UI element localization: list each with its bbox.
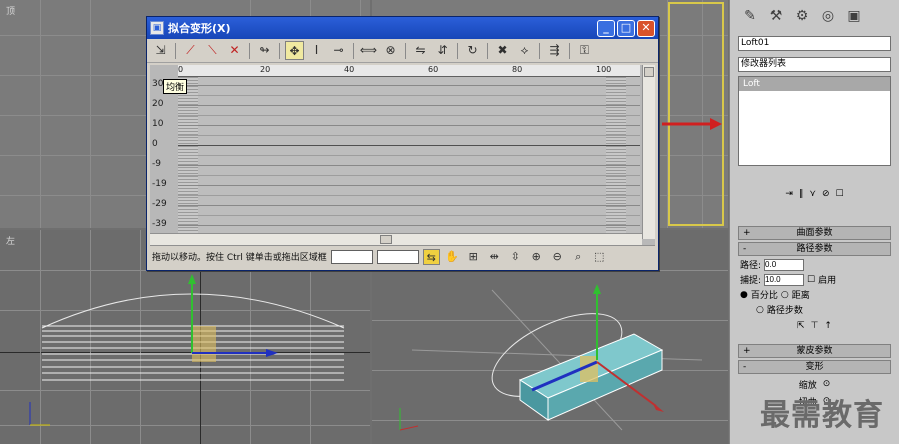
minimize-button[interactable]: _ xyxy=(597,19,615,37)
y-label: 20 xyxy=(152,99,164,109)
dialog-title: 拟合变形(X) xyxy=(168,22,231,35)
graph-plot-area[interactable] xyxy=(178,77,640,239)
viewport-label: 顶 xyxy=(6,7,16,17)
modifier-stack[interactable]: Loft xyxy=(738,76,891,166)
y-label: -19 xyxy=(152,179,167,189)
search-icon[interactable]: ⌕ xyxy=(570,249,587,265)
snap-control: 捕捉: ☐ 启用 xyxy=(740,273,889,286)
path-steps-radio[interactable]: ○ xyxy=(756,305,764,315)
dialog-toolbar: ⇲ ⟋ ⟍ ✕ ↬ ✥ Ⅰ ⊸ ⟺ ⊗ ⇋ ⇵ ↻ ✖ ⟡ ⇶ ⚿ xyxy=(147,39,658,63)
stack-item-loft[interactable]: Loft xyxy=(739,77,890,91)
command-panel: ✎ ⚒ ⚙ ◎ ▣ Loft01 修改器列表 Loft ⇥ ‖ ⋎ ⊘ ☐ + … xyxy=(729,0,899,444)
y-value-field[interactable] xyxy=(376,249,419,264)
y-label: 0 xyxy=(152,139,158,149)
modify-icon[interactable]: ⚒ xyxy=(766,6,786,26)
ruler-tick: 0 xyxy=(178,65,184,74)
dialog-statusbar: 拖动以移动。按住 Ctrl 键单击或拖出区域框 ⇆ ✋ ⊞ ⇹ ⇳ ⊕ ⊖ ⌕ … xyxy=(150,245,655,267)
path-steps-radio-row: ○ 路径步数 xyxy=(756,304,803,317)
display-xy-icon[interactable]: ✕ xyxy=(225,41,244,60)
y-label: 10 xyxy=(152,119,164,129)
zoom-icon[interactable]: ⊕ xyxy=(528,249,545,265)
rollout-skin-parameters[interactable]: + 蒙皮参数 xyxy=(738,344,891,358)
display-y-icon[interactable]: ⟍ xyxy=(203,41,222,60)
previous-shape-icon[interactable]: ⊤ xyxy=(811,321,819,331)
snap-input[interactable] xyxy=(764,273,805,286)
balance-icon[interactable]: ⇲ xyxy=(151,41,170,60)
delete-curve-icon[interactable]: ✖ xyxy=(493,41,512,60)
hand-icon[interactable]: ✋ xyxy=(444,249,461,265)
rollout-surface-parameters[interactable]: + 曲面参数 xyxy=(738,226,891,240)
status-text: 拖动以移动。按住 Ctrl 键单击或拖出区域框 xyxy=(152,253,327,263)
motion-icon[interactable]: ◎ xyxy=(818,6,838,26)
close-button[interactable]: ✕ xyxy=(637,19,655,37)
path-ruler: 0 20 40 60 80 100 xyxy=(178,65,640,77)
mirror-horizontal-icon[interactable]: ⇋ xyxy=(411,41,430,60)
stack-tools: ⇥ ‖ ⋎ ⊘ ☐ xyxy=(738,186,891,202)
scale-button[interactable]: 缩放 xyxy=(799,378,817,391)
zoom-region-icon[interactable]: ⊖ xyxy=(549,249,566,265)
remove-modifier-icon[interactable]: ⊘ xyxy=(822,189,830,199)
y-label: 30 xyxy=(152,79,164,89)
ruler-tick: 80 xyxy=(512,65,523,74)
get-shape-icon[interactable]: ⟡ xyxy=(515,41,534,60)
create-icon[interactable]: ✎ xyxy=(740,6,760,26)
display-x-icon[interactable]: ⟋ xyxy=(181,41,200,60)
ruler-tick: 20 xyxy=(260,65,271,74)
ruler-tick: 40 xyxy=(344,65,355,74)
maximize-button[interactable]: □ xyxy=(617,19,635,37)
ruler-tick: 100 xyxy=(596,65,612,74)
mirror-vertical-icon[interactable]: ⇵ xyxy=(433,41,452,60)
make-unique-icon[interactable]: ⋎ xyxy=(809,189,816,199)
show-end-result-icon[interactable]: ‖ xyxy=(799,189,804,199)
zoom-horizontal-icon[interactable]: ⇹ xyxy=(486,249,503,265)
rollout-deformations[interactable]: - 变形 xyxy=(738,360,891,374)
app-icon: ▣ xyxy=(150,21,164,35)
lightbulb-icon[interactable]: ⊙ xyxy=(823,379,831,389)
enable-checkbox[interactable]: ☐ xyxy=(807,275,815,285)
modifier-list-dropdown[interactable]: 修改器列表 xyxy=(738,57,891,72)
lock-aspect-icon[interactable]: ⚿ xyxy=(575,41,594,60)
scale-control-point-icon[interactable]: Ⅰ xyxy=(307,41,326,60)
pin-stack-icon[interactable]: ⇥ xyxy=(785,189,793,199)
path-control: 路径: xyxy=(740,258,889,271)
y-axis: 30 20 10 0 -9 -19 -29 -39 xyxy=(150,77,178,239)
reset-curve-icon[interactable]: ⊗ xyxy=(381,41,400,60)
path-input[interactable] xyxy=(764,258,805,271)
hierarchy-icon[interactable]: ⚙ xyxy=(792,6,812,26)
move-control-point-icon[interactable]: ✥ xyxy=(285,41,304,60)
y-label: -29 xyxy=(152,199,167,209)
x-value-field[interactable] xyxy=(330,249,373,264)
rollout-path-parameters[interactable]: - 路径参数 xyxy=(738,242,891,256)
path-mode-radios: ● 百分比 ○ 距离 xyxy=(740,289,810,302)
region-icon[interactable]: ⬚ xyxy=(591,249,608,265)
path-buttons: ⇱ ⊤ ↑ xyxy=(738,318,891,334)
y-label: -9 xyxy=(152,159,161,169)
display-icon[interactable]: ▣ xyxy=(844,6,864,26)
pick-shape-icon[interactable]: ⇱ xyxy=(797,321,805,331)
watermark: 最需教育 xyxy=(760,398,884,433)
delete-control-point-icon[interactable]: ⟺ xyxy=(359,41,378,60)
horizontal-scrollbar[interactable] xyxy=(150,233,642,245)
zoom-vertical-icon[interactable]: ⇳ xyxy=(507,249,524,265)
zoom-extents-icon[interactable]: ⊞ xyxy=(465,249,482,265)
insert-corner-point-icon[interactable]: ⊸ xyxy=(329,41,348,60)
swap-curves-icon[interactable]: ↬ xyxy=(255,41,274,60)
object-name-field[interactable]: Loft01 xyxy=(738,36,891,51)
vertical-scrollbar[interactable] xyxy=(642,65,655,239)
dialog-titlebar[interactable]: ▣ 拟合变形(X) _ □ ✕ xyxy=(147,17,658,39)
pan-icon[interactable]: ⇆ xyxy=(422,248,440,265)
configure-sets-icon[interactable]: ☐ xyxy=(836,189,844,199)
tooltip: 均衡 xyxy=(163,79,188,94)
fit-deformation-dialog[interactable]: ▣ 拟合变形(X) _ □ ✕ ⇲ ⟋ ⟍ ✕ ↬ ✥ Ⅰ ⊸ ⟺ ⊗ ⇋ ⇵ … xyxy=(146,16,659,271)
generate-path-icon[interactable]: ⇶ xyxy=(545,41,564,60)
percent-radio[interactable]: ● xyxy=(740,290,748,300)
ruler-tick: 60 xyxy=(428,65,439,74)
distance-radio[interactable]: ○ xyxy=(781,290,789,300)
next-shape-icon[interactable]: ↑ xyxy=(824,321,832,331)
axis-arrow xyxy=(662,118,722,130)
y-label: -39 xyxy=(152,219,167,229)
deformation-graph[interactable]: 0 20 40 60 80 100 30 20 10 0 -9 -19 -29 … xyxy=(150,65,655,245)
rotate-icon[interactable]: ↻ xyxy=(463,41,482,60)
